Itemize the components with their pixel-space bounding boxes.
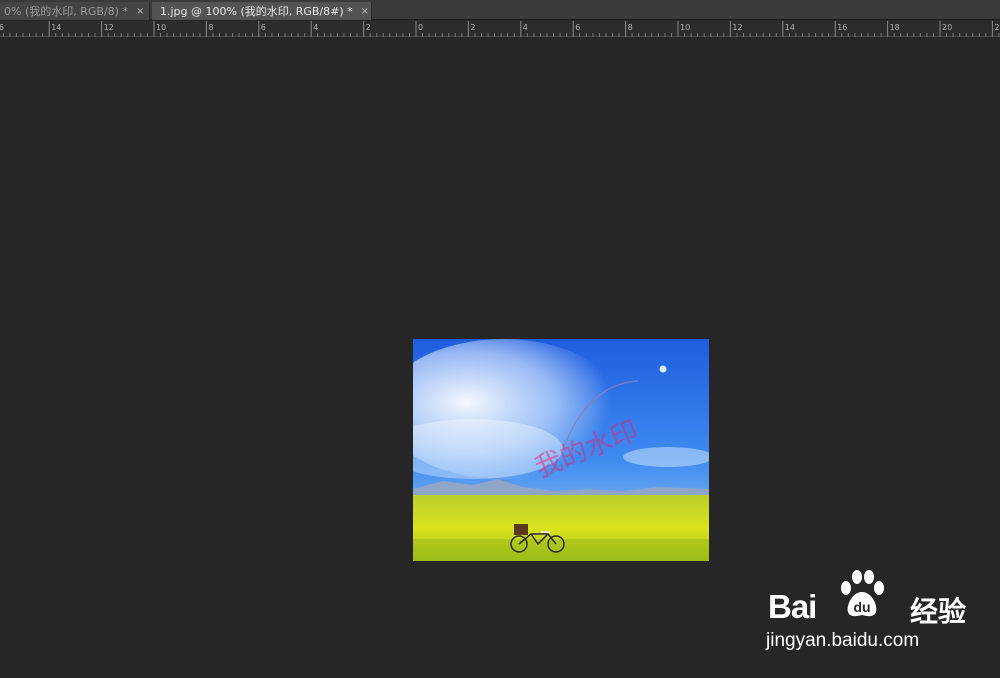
- ruler-label: 20: [942, 23, 952, 32]
- ruler-label: 14: [785, 23, 795, 32]
- ruler-label: 6: [0, 23, 4, 32]
- ruler-label: 8: [208, 23, 213, 32]
- ruler-label: 14: [51, 23, 61, 32]
- close-icon[interactable]: ×: [136, 6, 144, 17]
- document-tab-bar: 0% (我的水印, RGB/8) * × 1.jpg @ 100% (我的水印,…: [0, 0, 1000, 20]
- logo-brand-text: Bai: [768, 588, 817, 625]
- paw-icon: du: [841, 570, 884, 617]
- ruler-ticks: 6 14 12 10 8 6 4 2 0 2 4 6 8 10 12 14 16 18 20 2: [0, 21, 999, 37]
- ruler-label: 10: [156, 23, 166, 32]
- ruler-label: 4: [523, 23, 528, 32]
- horizontal-ruler[interactable]: 6 14 12 10 8 6 4 2 0 2 4 6 8 10 12 14 16 18 20 2: [0, 21, 1000, 37]
- svg-text:du: du: [853, 599, 870, 615]
- logo-url-text: jingyan.baidu.com: [766, 630, 920, 651]
- ruler-label: 6: [575, 23, 580, 32]
- ruler-label: 16: [837, 23, 847, 32]
- ruler-label: 12: [104, 23, 114, 32]
- ruler-label: 0: [418, 23, 423, 32]
- tab-label: 1.jpg @ 100% (我的水印, RGB/8#) *: [160, 5, 353, 18]
- ruler-label: 2: [366, 23, 371, 32]
- close-icon[interactable]: ×: [361, 6, 369, 17]
- tab-label: 0% (我的水印, RGB/8) *: [4, 5, 128, 18]
- ruler-label: 12: [732, 23, 742, 32]
- photoshop-window: 0% (我的水印, RGB/8) * × 1.jpg @ 100% (我的水印,…: [0, 0, 1000, 678]
- ruler-label: 2: [470, 23, 475, 32]
- ruler-label: 18: [890, 23, 900, 32]
- tab-document-2[interactable]: 1.jpg @ 100% (我的水印, RGB/8#) * ×: [152, 2, 372, 20]
- logo-product-text: 经验: [910, 595, 967, 628]
- tab-document-1[interactable]: 0% (我的水印, RGB/8) * ×: [0, 2, 150, 20]
- baidu-jingyan-logo: Bai du 经验 jingyan.baidu.com: [766, 570, 996, 660]
- ruler-label: 4: [313, 23, 318, 32]
- ruler-label: 2: [994, 23, 999, 32]
- ruler-label: 6: [261, 23, 266, 32]
- document-canvas[interactable]: 我的水印: [413, 339, 709, 561]
- ruler-label: 10: [680, 23, 690, 32]
- ruler-label: 8: [628, 23, 633, 32]
